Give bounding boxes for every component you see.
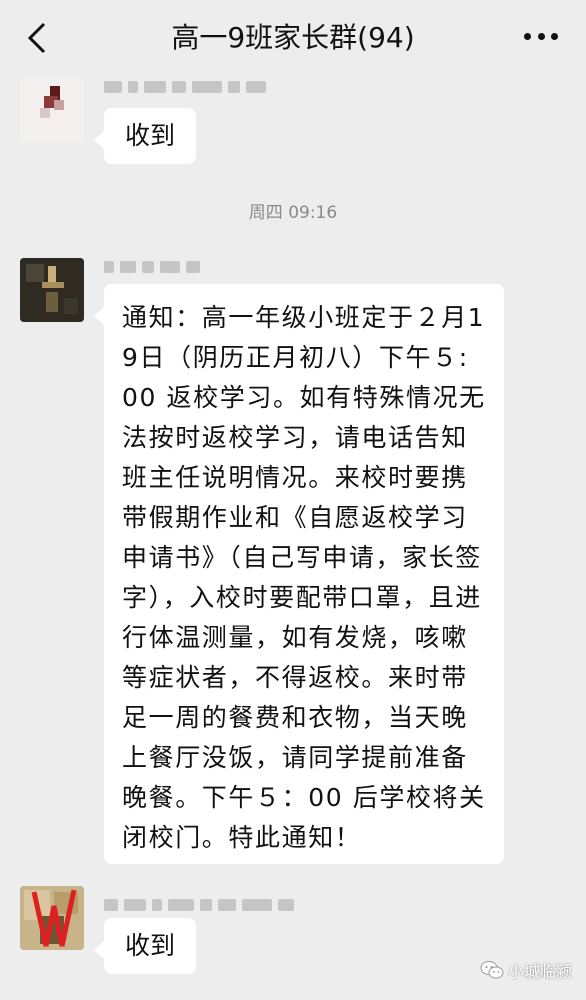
sender-name-blurred <box>104 260 200 274</box>
more-button[interactable] <box>524 30 558 42</box>
pixelated-avatar-icon <box>20 886 84 950</box>
message-bubble[interactable]: 收到 <box>94 918 196 974</box>
pixelated-avatar-icon <box>20 258 84 322</box>
sender-name-blurred <box>104 80 266 94</box>
watermark: 小城临颍 <box>480 958 572 982</box>
chat-header: 高一9班家长群(94) <box>0 0 586 78</box>
message-bubble[interactable]: 通知：高一年级小班定于２月19日（阴历正月初八）下午５:00 返校学习。如有特殊… <box>94 284 504 864</box>
message-timestamp: 周四 09:16 <box>248 203 338 223</box>
message-bubble[interactable]: 收到 <box>94 108 196 164</box>
sender-name-blurred <box>104 898 294 912</box>
avatar[interactable] <box>20 886 84 950</box>
wechat-logo-icon <box>480 961 504 979</box>
pixelated-avatar-icon <box>20 78 84 142</box>
avatar[interactable] <box>20 78 84 142</box>
chat-title: 高一9班家长群(94) <box>171 21 415 54</box>
more-dots-icon <box>524 32 531 40</box>
more-dots-icon <box>551 32 558 40</box>
more-dots-icon <box>537 32 545 40</box>
watermark-text: 小城临颍 <box>507 962 572 981</box>
avatar[interactable] <box>20 258 84 322</box>
